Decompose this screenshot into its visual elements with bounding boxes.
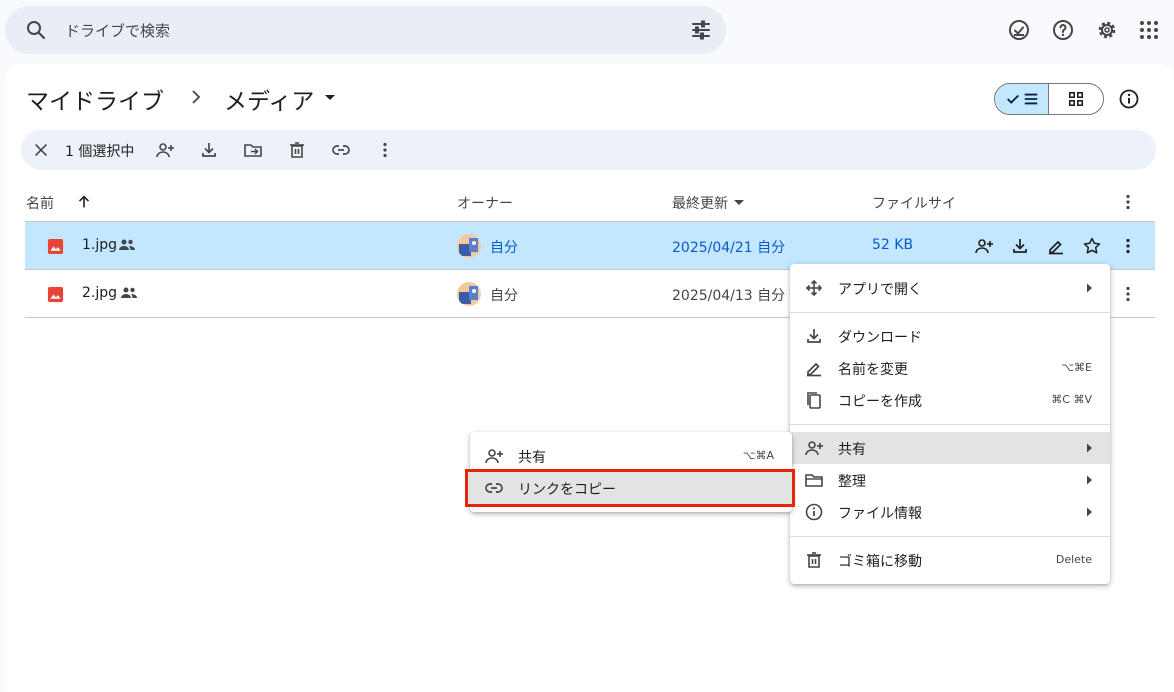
trash-icon[interactable] [287,140,307,160]
settings-gear-icon[interactable] [1095,18,1119,42]
open-with-move-icon [804,278,824,298]
caret-down-icon[interactable] [733,198,745,208]
sort-arrow-up-icon[interactable] [74,192,94,212]
trash-icon [804,550,824,570]
share-person-add-icon[interactable] [155,140,175,160]
menu-item-file-info[interactable]: ファイル情報 [790,496,1110,528]
share-person-add-icon [484,446,504,466]
list-icon [1024,93,1037,105]
more-vert-icon[interactable] [1118,192,1138,212]
list-view-button[interactable] [995,84,1050,114]
rename-pencil-icon [804,358,824,378]
shared-people-icon [118,238,136,252]
selection-count: 1 個選択中 [65,144,135,160]
more-vert-icon[interactable] [375,140,395,160]
rename-pencil-icon[interactable] [1046,236,1066,256]
more-vert-icon[interactable] [1118,284,1138,304]
context-menu: アプリで開く ダウンロード 名前を変更 ⌥⌘E コピーを作成 ⌘C ⌘V 共有 … [790,264,1110,584]
arrow-right-icon [1084,474,1094,486]
download-icon [804,326,824,346]
arrow-right-icon [1084,506,1094,518]
ready-for-offline-icon[interactable] [1007,18,1031,42]
search-bar[interactable]: ドライブで検索 [5,6,726,54]
grid-icon [1068,91,1084,107]
column-header-modified[interactable]: 最終更新 [672,193,728,213]
owner-name: 自分 [490,240,518,256]
image-file-icon [45,284,65,304]
column-header-size[interactable]: ファイルサイ [872,193,956,213]
menu-divider [790,424,1110,425]
menu-divider [790,312,1110,313]
share-person-add-icon[interactable] [974,236,994,256]
menu-divider [790,536,1110,537]
breadcrumb-root[interactable]: マイドライブ [26,82,164,116]
shared-people-icon [120,286,138,300]
info-icon[interactable] [1118,88,1140,110]
submenu-item-share[interactable]: 共有 ⌥⌘A [470,440,792,472]
view-toggle[interactable] [994,83,1104,115]
search-input[interactable]: ドライブで検索 [65,20,170,41]
info-icon [804,502,824,522]
star-icon[interactable] [1082,236,1102,256]
caret-down-icon[interactable] [322,89,338,105]
file-name[interactable]: 2.jpg [82,285,117,301]
avatar [457,234,481,258]
download-icon[interactable] [1010,236,1030,256]
search-icon[interactable] [24,18,48,42]
file-name[interactable]: 1.jpg [82,237,117,253]
modified-date: 2025/04/13 自分 [672,288,786,304]
download-icon[interactable] [199,140,219,160]
check-icon [1006,94,1019,104]
menu-item-organize[interactable]: 整理 [790,464,1110,496]
chevron-right-icon [188,87,204,107]
more-vert-icon[interactable] [1118,236,1138,256]
menu-item-share[interactable]: 共有 [790,432,1110,464]
apps-grid-icon[interactable] [1137,18,1161,42]
grid-view-button[interactable] [1049,84,1103,114]
search-options-icon[interactable] [689,18,713,42]
menu-item-move-to-trash[interactable]: ゴミ箱に移動 Delete [790,544,1110,576]
owner-name: 自分 [490,288,518,304]
highlight-box [465,469,795,507]
selection-toolbar: 1 個選択中 [21,130,1156,170]
breadcrumb-current[interactable]: メディア [224,82,314,116]
link-icon[interactable] [331,140,351,160]
close-icon[interactable] [31,140,51,160]
avatar [457,282,481,306]
help-icon[interactable] [1051,18,1075,42]
column-header-name[interactable]: 名前 [26,193,54,213]
arrow-right-icon [1084,282,1094,294]
menu-item-download[interactable]: ダウンロード [790,320,1110,352]
arrow-right-icon [1084,442,1094,454]
folder-icon [804,470,824,490]
file-size: 52 KB [872,237,914,253]
menu-item-rename[interactable]: 名前を変更 ⌥⌘E [790,352,1110,384]
menu-item-make-copy[interactable]: コピーを作成 ⌘C ⌘V [790,384,1110,416]
menu-item-open-with[interactable]: アプリで開く [790,272,1110,304]
share-person-add-icon [804,438,824,458]
move-to-folder-icon[interactable] [243,140,263,160]
image-file-icon [45,236,65,256]
modified-date: 2025/04/21 自分 [672,240,786,256]
copy-icon [804,390,824,410]
column-header-owner[interactable]: オーナー [457,193,513,213]
